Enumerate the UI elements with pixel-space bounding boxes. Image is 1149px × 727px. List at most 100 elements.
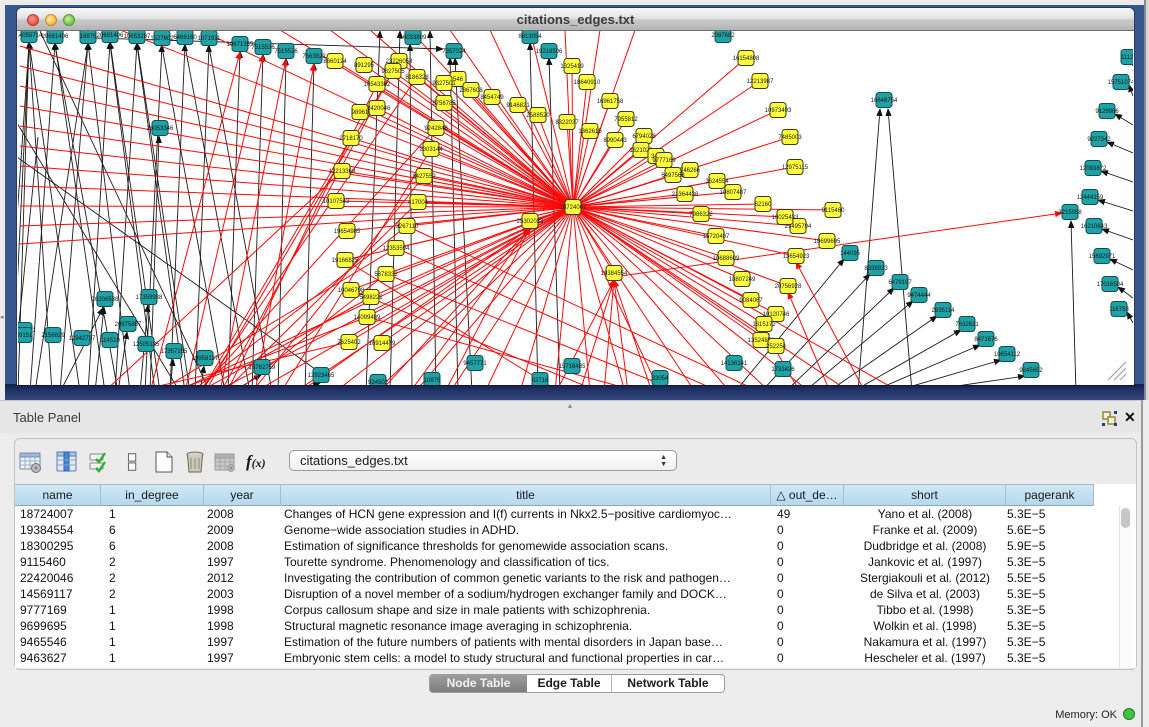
svg-text:5878332: 5878332 bbox=[374, 272, 398, 278]
svg-text:2867608: 2867608 bbox=[459, 88, 483, 94]
svg-text:20756928: 20756928 bbox=[775, 284, 802, 290]
svg-text:12213369: 12213369 bbox=[329, 169, 356, 175]
svg-text:7625402: 7625402 bbox=[337, 340, 361, 346]
svg-text:252254: 252254 bbox=[766, 344, 787, 350]
svg-text:2718170: 2718170 bbox=[339, 136, 363, 142]
svg-text:10046798: 10046798 bbox=[338, 288, 365, 294]
svg-text:7955812: 7955812 bbox=[614, 117, 638, 123]
svg-text:12213987: 12213987 bbox=[747, 79, 774, 85]
svg-text:12353594: 12353594 bbox=[383, 246, 410, 252]
svg-text:15720407: 15720407 bbox=[703, 234, 730, 240]
svg-text:20975887: 20975887 bbox=[115, 322, 142, 328]
svg-text:39151: 39151 bbox=[18, 333, 33, 339]
svg-text:18640910: 18640910 bbox=[574, 80, 601, 86]
svg-text:116753: 116753 bbox=[1109, 307, 1129, 313]
svg-text:10653287: 10653287 bbox=[124, 34, 151, 40]
svg-text:18807249: 18807249 bbox=[729, 277, 756, 283]
svg-text:10875: 10875 bbox=[424, 378, 441, 384]
svg-text:10807487: 10807487 bbox=[720, 190, 747, 196]
svg-text:7357224: 7357224 bbox=[442, 49, 466, 55]
svg-text:19384554: 19384554 bbox=[601, 271, 628, 277]
svg-text:8186328: 8186328 bbox=[405, 75, 429, 81]
svg-text:1527602: 1527602 bbox=[150, 36, 174, 42]
svg-text:9777169: 9777169 bbox=[652, 158, 676, 164]
svg-text:7515526: 7515526 bbox=[274, 49, 298, 55]
svg-text:62160: 62160 bbox=[755, 202, 772, 208]
svg-text:10025433: 10025433 bbox=[772, 215, 799, 221]
svg-text:19166825: 19166825 bbox=[332, 258, 359, 264]
svg-text:2935114: 2935114 bbox=[932, 308, 956, 314]
svg-text:14055714: 14055714 bbox=[18, 33, 43, 39]
svg-text:12505135: 12505135 bbox=[133, 342, 160, 348]
svg-text:16961758: 16961758 bbox=[597, 99, 624, 105]
svg-text:8454749: 8454749 bbox=[480, 95, 504, 101]
svg-text:9129966: 9129966 bbox=[1095, 109, 1119, 115]
svg-text:21364436: 21364436 bbox=[672, 192, 699, 198]
svg-text:2156829: 2156829 bbox=[41, 333, 65, 339]
svg-text:12975115: 12975115 bbox=[782, 165, 809, 171]
svg-text:15716485: 15716485 bbox=[559, 364, 586, 370]
svg-text:26206538: 26206538 bbox=[92, 297, 119, 303]
svg-text:7986322: 7986322 bbox=[689, 212, 713, 218]
svg-text:9474444: 9474444 bbox=[907, 293, 931, 299]
svg-text:33054: 33054 bbox=[652, 376, 669, 382]
svg-text:9827505: 9827505 bbox=[381, 69, 405, 75]
svg-text:11123: 11123 bbox=[1121, 55, 1133, 61]
svg-text:2588520: 2588520 bbox=[526, 113, 550, 119]
svg-text:98961: 98961 bbox=[352, 110, 369, 116]
svg-text:14099489: 14099489 bbox=[354, 315, 381, 321]
svg-text:18875: 18875 bbox=[80, 34, 97, 40]
svg-text:9146821: 9146821 bbox=[506, 103, 530, 109]
svg-text:16782759: 16782759 bbox=[249, 365, 276, 371]
svg-text:20691406: 20691406 bbox=[42, 34, 69, 40]
svg-text:10671355: 10671355 bbox=[227, 42, 254, 48]
svg-text:891295: 891295 bbox=[354, 63, 375, 69]
svg-text:9327501: 9327501 bbox=[432, 81, 456, 87]
svg-text:417004: 417004 bbox=[408, 200, 429, 206]
svg-text:12923465: 12923465 bbox=[308, 373, 335, 379]
svg-text:10654112: 10654112 bbox=[994, 352, 1021, 358]
svg-text:6479197: 6479197 bbox=[888, 280, 912, 286]
svg-text:16648754: 16648754 bbox=[871, 98, 898, 104]
svg-text:16210643: 16210643 bbox=[1081, 224, 1108, 230]
svg-text:10973493: 10973493 bbox=[765, 108, 792, 114]
svg-text:15751074: 15751074 bbox=[1108, 80, 1133, 86]
svg-text:10107543: 10107543 bbox=[323, 199, 350, 205]
svg-text:8471676: 8471676 bbox=[974, 337, 998, 343]
svg-text:7515526: 7515526 bbox=[251, 45, 275, 51]
svg-text:19654985: 19654985 bbox=[334, 229, 361, 235]
svg-text:10699695: 10699695 bbox=[814, 239, 841, 245]
svg-text:6466160: 6466160 bbox=[173, 35, 197, 41]
svg-text:8756785: 8756785 bbox=[432, 101, 456, 107]
svg-text:82716: 82716 bbox=[532, 378, 549, 384]
svg-text:17357255: 17357255 bbox=[161, 349, 188, 355]
svg-text:17016504: 17016504 bbox=[1097, 282, 1124, 288]
svg-text:6794028: 6794028 bbox=[632, 134, 656, 140]
svg-text:2087682: 2087682 bbox=[711, 33, 735, 39]
svg-text:17359938: 17359938 bbox=[136, 295, 163, 301]
svg-text:12444159: 12444159 bbox=[1077, 195, 1104, 201]
svg-text:25302033: 25302033 bbox=[517, 219, 544, 225]
svg-text:16914479: 16914479 bbox=[369, 341, 396, 347]
svg-text:144095: 144095 bbox=[840, 251, 861, 257]
svg-text:9245652: 9245652 bbox=[1019, 368, 1043, 374]
svg-text:1615172: 1615172 bbox=[752, 322, 776, 328]
svg-text:2803144: 2803144 bbox=[419, 147, 443, 153]
svg-text:8990443: 8990443 bbox=[603, 138, 627, 144]
svg-text:1325419: 1325419 bbox=[560, 64, 584, 70]
svg-text:114519: 114519 bbox=[100, 338, 120, 344]
svg-text:16543382: 16543382 bbox=[364, 82, 391, 88]
svg-text:9227342: 9227342 bbox=[1087, 137, 1111, 143]
svg-text:8427552: 8427552 bbox=[412, 174, 436, 180]
svg-text:7485003: 7485003 bbox=[778, 135, 802, 141]
svg-text:9242848: 9242848 bbox=[424, 126, 448, 132]
svg-text:19958127: 19958127 bbox=[192, 356, 219, 362]
svg-text:19218506: 19218506 bbox=[536, 49, 563, 55]
svg-text:1071911: 1071911 bbox=[198, 36, 222, 42]
svg-text:9084067: 9084067 bbox=[739, 298, 763, 304]
svg-text:16033809: 16033809 bbox=[400, 35, 427, 41]
svg-text:28053346: 28053346 bbox=[147, 126, 174, 132]
svg-text:1362615: 1362615 bbox=[578, 129, 602, 135]
svg-text:5498222: 5498222 bbox=[359, 295, 383, 301]
svg-text:16154808: 16154808 bbox=[733, 56, 760, 62]
